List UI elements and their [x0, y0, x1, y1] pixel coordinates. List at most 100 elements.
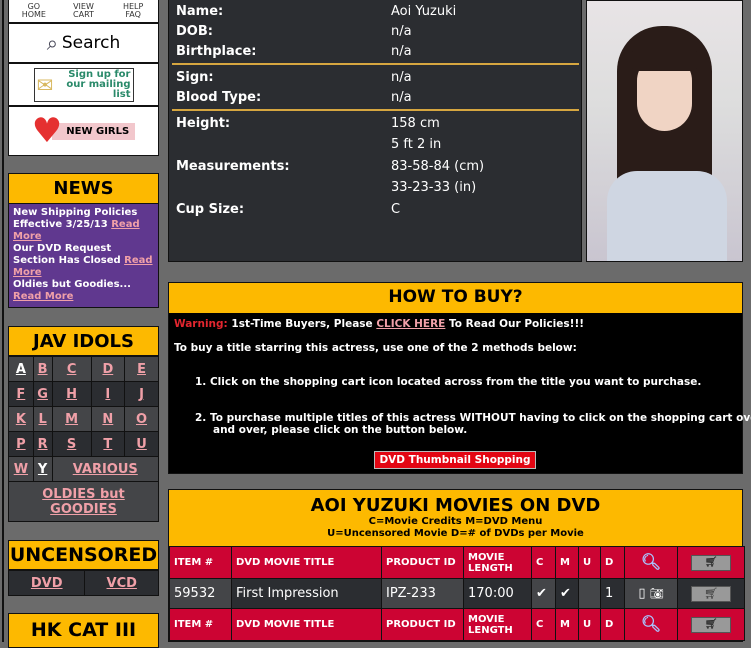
- column-header: U: [578, 546, 601, 579]
- column-header: MOVIE LENGTH: [463, 546, 532, 579]
- step-1: 1. Click on the shopping cart icon locat…: [195, 376, 702, 388]
- new-girls-button[interactable]: ♥ NEW GIRLS: [8, 106, 159, 156]
- left-border: [2, 0, 4, 642]
- how-to-buy-panel: HOW TO BUY? Warning: 1st-Time Buyers, Pl…: [168, 282, 751, 474]
- various-link[interactable]: VARIOUS: [73, 462, 138, 477]
- book-icon[interactable]: ▯: [638, 586, 645, 601]
- movie-title[interactable]: First Impression: [231, 578, 382, 609]
- profile-value: 83-58-84 (cm): [391, 159, 485, 174]
- go-home-link[interactable]: GO HOME: [19, 3, 49, 19]
- warning-label: Warning:: [174, 318, 228, 330]
- news-item: Oldies but Goodies... Read More: [13, 279, 131, 302]
- letter-link-A[interactable]: A: [16, 362, 26, 377]
- dvd-count: 1: [600, 578, 625, 609]
- letter-link-B[interactable]: B: [38, 362, 48, 377]
- add-to-cart-button[interactable]: 🛒︎: [691, 585, 731, 602]
- search-label: Search: [61, 33, 121, 53]
- column-header: PRODUCT ID: [381, 546, 464, 579]
- profile-value: 5 ft 2 in: [391, 137, 442, 152]
- how-to-buy-title: HOW TO BUY?: [169, 283, 742, 313]
- menu-check-icon[interactable]: ✔: [555, 578, 579, 609]
- table-header-row: ITEM # DVD MOVIE TITLE PRODUCT ID MOVIE LEN…: [169, 608, 745, 641]
- profile-value: n/a: [391, 24, 412, 39]
- profile-label: Blood Type:: [176, 90, 262, 105]
- mailing-list-button[interactable]: ✉ Sign up for our mailing list: [8, 63, 159, 106]
- column-header: MOVIE LENGTH: [463, 608, 532, 641]
- profile-label: Cup Size:: [176, 202, 245, 217]
- letter-link-S[interactable]: S: [67, 437, 76, 452]
- dvd-thumbnail-shopping-button[interactable]: DVD Thumbnail Shopping: [374, 451, 536, 469]
- step-2: 2. To purchase multiple titles of this a…: [195, 412, 751, 424]
- letter-link-M[interactable]: M: [65, 412, 78, 427]
- profile-label: DOB:: [176, 24, 213, 39]
- oldies-link[interactable]: OLDIES but GOODIES: [42, 487, 125, 517]
- letter-link-N[interactable]: N: [102, 412, 113, 427]
- letter-link-D[interactable]: D: [102, 362, 113, 377]
- profile-value: n/a: [391, 70, 412, 85]
- letter-link-C[interactable]: C: [67, 362, 77, 377]
- profile-label: Birthplace:: [176, 44, 257, 59]
- letter-link-O[interactable]: O: [136, 412, 147, 427]
- camera-icon[interactable]: 📷︎: [650, 587, 664, 600]
- profile-panel: Name: Aoi Yuzuki DOB: n/a Birthplace: n/a Sign…: [168, 0, 582, 262]
- column-header: DVD MOVIE TITLE: [231, 546, 382, 579]
- letter-link-Y[interactable]: Y: [38, 462, 47, 477]
- uncensored-cell: [578, 578, 601, 609]
- read-more-link[interactable]: Read More: [13, 291, 73, 302]
- search-button[interactable]: ⌕ Search: [8, 23, 159, 63]
- column-header: ITEM #: [169, 608, 232, 641]
- letter-link-L[interactable]: L: [38, 412, 46, 427]
- table-header-row: ITEM # DVD MOVIE TITLE PRODUCT ID MOVIE LEN…: [169, 546, 745, 579]
- credits-check-icon[interactable]: ✔: [531, 578, 556, 609]
- uncensored-vcd-link[interactable]: VCD: [107, 576, 137, 591]
- letter-link-U[interactable]: U: [136, 437, 147, 452]
- profile-value: C: [391, 202, 401, 217]
- cart-icon: 🛒︎: [691, 554, 731, 571]
- news-item: Our DVD Request Section Has Closed Read …: [13, 243, 153, 278]
- profile-value: 158 cm: [391, 116, 440, 131]
- letter-link-I[interactable]: I: [105, 387, 110, 402]
- news-panel: NEWS New Shipping Policies Effective 3/2…: [8, 173, 159, 308]
- column-header: D: [600, 608, 625, 641]
- letter-link-E[interactable]: E: [137, 362, 146, 377]
- jav-idols-title: JAV IDOLS: [8, 326, 159, 356]
- letter-link-G[interactable]: G: [37, 387, 48, 402]
- column-header: D: [600, 546, 625, 579]
- column-header: M: [555, 546, 579, 579]
- column-header: U: [578, 608, 601, 641]
- legend-line-2: U=Uncensored Movie D=# of DVDs per Movie: [327, 528, 584, 539]
- view-cart-link[interactable]: VIEW CART: [68, 3, 98, 19]
- letter-link-P[interactable]: P: [16, 437, 26, 452]
- heart-icon: ♥: [31, 111, 63, 151]
- letter-link-J[interactable]: J: [139, 387, 144, 402]
- new-girls-label: NEW GIRLS: [52, 122, 136, 140]
- letter-link-K[interactable]: K: [16, 412, 26, 427]
- help-faq-link[interactable]: HELP FAQ: [118, 3, 148, 19]
- column-header: C: [531, 546, 556, 579]
- uncensored-dvd-link[interactable]: DVD: [31, 576, 63, 591]
- news-item: New Shipping Policies Effective 3/25/13 …: [13, 207, 140, 242]
- letter-link-F[interactable]: F: [16, 387, 25, 402]
- cart-icon: 🛒︎: [691, 616, 731, 633]
- binoculars-icon: ⌕: [46, 31, 58, 55]
- click-here-link[interactable]: CLICK HERE: [376, 318, 445, 330]
- news-title: NEWS: [8, 173, 159, 204]
- movie-length: 170:00: [463, 578, 532, 609]
- profile-value: n/a: [391, 90, 412, 105]
- column-header: C: [531, 608, 556, 641]
- movies-table: ITEM # DVD MOVIE TITLE PRODUCT ID MOVIE LEN…: [169, 546, 745, 641]
- profile-value: n/a: [391, 44, 412, 59]
- jav-idols-panel: JAV IDOLS A B C D E F G H I J K L M N O P R S T U W Y VARIOUS O…: [8, 326, 160, 522]
- letter-link-T[interactable]: T: [103, 437, 112, 452]
- profile-label: Height:: [176, 116, 231, 131]
- letter-link-R[interactable]: R: [38, 437, 48, 452]
- profile-label: Sign:: [176, 70, 214, 85]
- letter-link-H[interactable]: H: [66, 387, 77, 402]
- product-id: IPZ-233: [381, 578, 464, 609]
- column-header: ITEM #: [169, 546, 232, 579]
- magnifier-icon: 🔍︎: [640, 613, 662, 633]
- divider: [172, 109, 579, 111]
- letter-link-W[interactable]: W: [14, 462, 28, 477]
- dvd-section-title: AOI YUZUKI MOVIES ON DVD: [310, 495, 601, 516]
- intro-text: To buy a title starring this actress, us…: [174, 342, 577, 354]
